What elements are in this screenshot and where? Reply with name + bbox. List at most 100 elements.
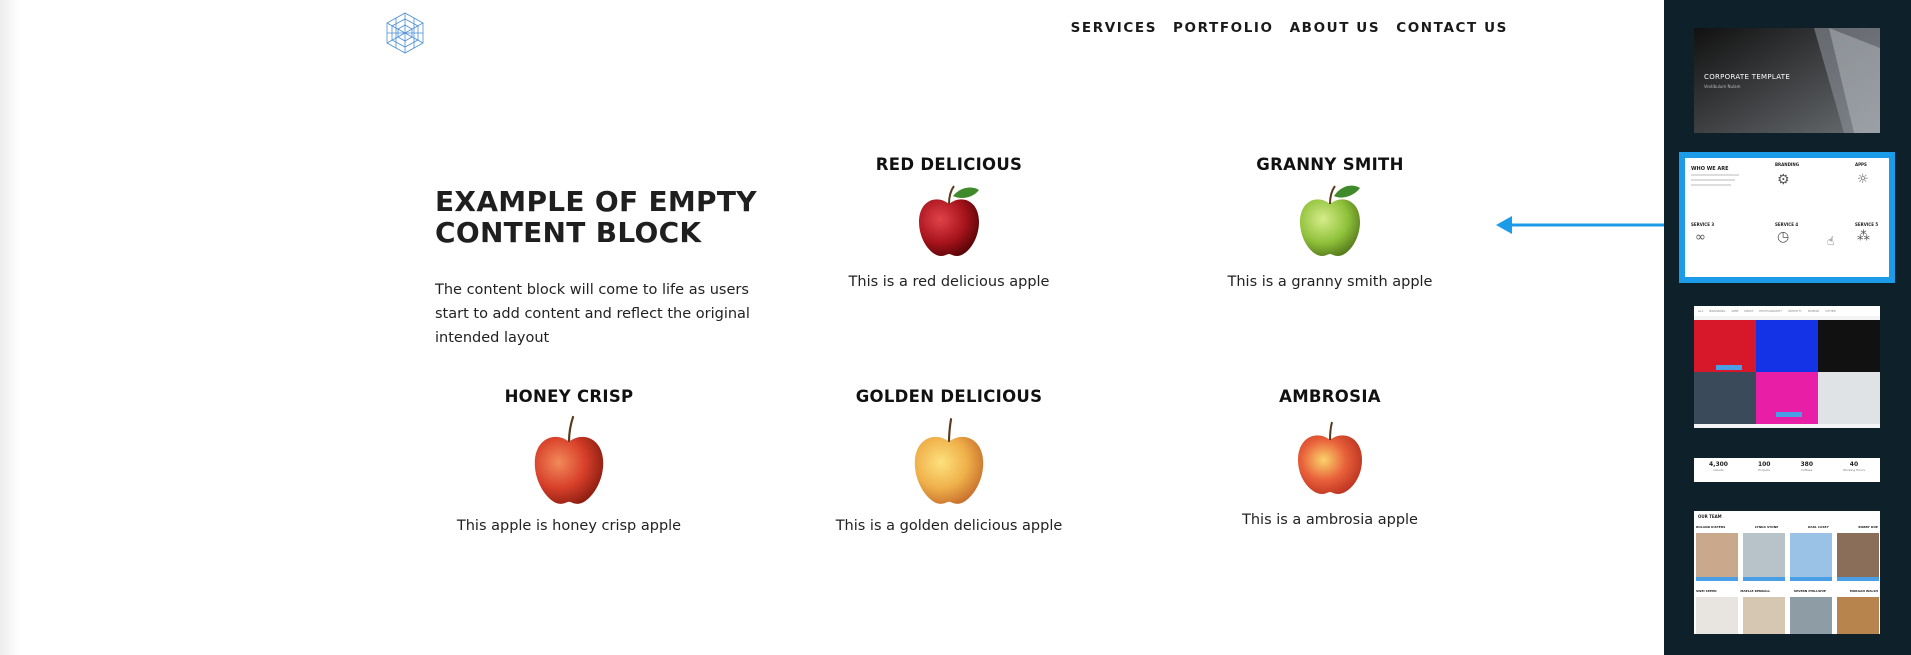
page-canvas: SERVICES PORTFOLIO ABOUT US CONTACT US E…: [0, 0, 1664, 655]
team-photo: [1790, 533, 1832, 577]
apple-card-granny-smith: GRANNY SMITH This is a granny smith appl…: [1180, 155, 1480, 290]
team-member-name: BOBBY DOE: [1858, 525, 1878, 529]
stat-label: Projects: [1758, 468, 1771, 472]
stat-value: 380: [1800, 461, 1813, 468]
apple-card-ambrosia: AMBROSIA This is a ambrosia apple: [1180, 387, 1480, 528]
team-photo: [1837, 533, 1879, 577]
service-label-apps: APPS: [1855, 162, 1867, 167]
portfolio-filter-tabs: ALL BRANDING WEB PRINT PHOTOGRAPHY IDENT…: [1694, 306, 1880, 316]
team-member-name: KARL CASEY: [1807, 525, 1829, 529]
thumbnail-title: CORPORATE TEMPLATE: [1704, 73, 1791, 81]
filter-tab: WEB: [1731, 309, 1739, 313]
team-names-row-2: SWEI SPEED MAELLE KENDALL SEVERN PHILLSH…: [1696, 589, 1878, 593]
granny-smith-apple-image: [1300, 185, 1360, 256]
stat-label: Coffees: [1801, 468, 1813, 472]
template-thumbnail-panel: CORPORATE TEMPLATE Vestibulum Nulam WHO …: [1664, 0, 1911, 655]
nav-about-us[interactable]: ABOUT US: [1290, 20, 1381, 36]
portfolio-tile: [1818, 372, 1880, 424]
thumbnail-our-team[interactable]: OUR TEAM ROLAND KISTERS LYNDA STONE KARL…: [1694, 511, 1880, 634]
team-member-name: MORGAN WALSH: [1849, 589, 1878, 593]
team-role-bar: [1790, 577, 1832, 581]
team-photo: [1743, 533, 1785, 577]
filter-tab: IDENTITY: [1788, 309, 1802, 313]
stat-value: 100: [1757, 461, 1771, 468]
filter-tab: ALL: [1698, 309, 1704, 313]
gears-icon: ⚙: [1777, 172, 1790, 188]
intro-block: EXAMPLE OF EMPTY CONTENT BLOCK The conte…: [435, 186, 765, 350]
service-label-branding: BRANDING: [1775, 162, 1800, 167]
apple-name: RED DELICIOUS: [875, 155, 1023, 174]
text-line: [1691, 179, 1735, 181]
red-delicious-apple-image: [919, 185, 979, 256]
infinity-icon: ∞: [1695, 230, 1706, 245]
apple-card-honey-crisp: HONEY CRISP This apple is honey crisp ap…: [419, 387, 719, 534]
service-label-4: SERVICE 4: [1775, 222, 1799, 227]
stat-value: 4,300: [1708, 461, 1728, 468]
main-nav: SERVICES PORTFOLIO ABOUT US CONTACT US: [1071, 20, 1508, 36]
apple-name: HONEY CRISP: [504, 387, 634, 406]
thumbnail-corporate-template[interactable]: CORPORATE TEMPLATE Vestibulum Nulam: [1694, 28, 1880, 133]
thumbnail-services-selected[interactable]: WHO WE ARE BRANDING APPS ⚙ ☼ SERVICE 3 S…: [1679, 152, 1895, 283]
text-line: [1691, 174, 1739, 176]
team-member-name: MAELLE KENDALL: [1740, 589, 1771, 593]
team-member-name: SEVERN PHILLSHIP: [1793, 589, 1826, 593]
team-role-bar: [1696, 577, 1738, 581]
hexagon-logo-icon[interactable]: [383, 11, 427, 55]
team-photo: [1743, 597, 1785, 634]
thumbnail-portfolio-grid[interactable]: ALL BRANDING WEB PRINT PHOTOGRAPHY IDENT…: [1694, 306, 1880, 428]
apple-name: GOLDEN DELICIOUS: [855, 387, 1043, 406]
stat-item: 380 Coffees: [1800, 461, 1813, 472]
team-member-name: LYNDA STONE: [1754, 525, 1779, 529]
apple-card-golden-delicious: GOLDEN DELICIOUS This is a golden delici…: [799, 387, 1099, 534]
nav-portfolio[interactable]: PORTFOLIO: [1173, 20, 1274, 36]
apple-name: GRANNY SMITH: [1256, 155, 1404, 174]
apple-caption: This is a red delicious apple: [848, 274, 1050, 290]
apple-caption: This is a golden delicious apple: [835, 518, 1063, 534]
stat-item: 4,300 Clients: [1709, 461, 1728, 472]
filter-tab: BRANDING: [1709, 309, 1726, 313]
text-line: [1691, 184, 1731, 186]
lightbulb-icon: ☼: [1857, 172, 1869, 187]
intro-title: EXAMPLE OF EMPTY CONTENT BLOCK: [435, 185, 757, 249]
service-label-3: SERVICE 3: [1691, 222, 1715, 227]
left-arrow-icon: [1496, 216, 1664, 234]
stat-value: 40: [1849, 461, 1859, 468]
stat-label: Working Hours: [1842, 468, 1865, 472]
team-role-bar: [1837, 577, 1879, 581]
apple-caption: This is a granny smith apple: [1227, 274, 1433, 290]
team-member-name: SWEI SPEED: [1696, 589, 1717, 593]
team-photo: [1696, 597, 1738, 634]
team-names-row-1: ROLAND KISTERS LYNDA STONE KARL CASEY BO…: [1696, 525, 1878, 529]
apple-name: AMBROSIA: [1279, 387, 1381, 406]
team-member-name: ROLAND KISTERS: [1696, 525, 1726, 529]
golden-delicious-apple-image: [914, 418, 984, 504]
intro-body: The content block will come to life as u…: [435, 282, 750, 346]
filter-tab: PRINT: [1744, 309, 1754, 313]
thumbnail-stats-bar[interactable]: 4,300 Clients 100 Projects 380 Coffees 4…: [1694, 458, 1880, 482]
apple-card-red-delicious: RED DELICIOUS This is a red delicious ap…: [799, 155, 1099, 290]
filter-tab: MOBILE: [1807, 309, 1820, 313]
thumbnail-subtitle: Vestibulum Nulam: [1704, 84, 1741, 89]
ambrosia-apple-image: [1298, 421, 1362, 494]
tile-caption-bar: [1776, 412, 1802, 417]
filter-tab: PHOTOGRAPHY: [1759, 309, 1783, 313]
honey-crisp-apple-image: [534, 415, 604, 504]
team-photo: [1790, 597, 1832, 634]
thumbnail-who-we-are: WHO WE ARE: [1691, 166, 1729, 172]
stat-item: 100 Projects: [1758, 461, 1771, 472]
team-title: OUR TEAM: [1698, 514, 1722, 519]
stats-row: 4,300 Clients 100 Projects 380 Coffees 4…: [1694, 461, 1880, 472]
clock-icon: ◷: [1777, 229, 1790, 245]
portfolio-tile: [1756, 320, 1818, 372]
portfolio-tile: [1694, 372, 1756, 424]
tile-caption-bar: [1716, 365, 1742, 370]
portfolio-tile: [1818, 320, 1880, 372]
nav-services[interactable]: SERVICES: [1071, 20, 1157, 36]
team-photo: [1696, 533, 1738, 577]
apple-caption: This is a ambrosia apple: [1242, 512, 1418, 528]
stat-label: Clients: [1713, 468, 1724, 472]
hand-cursor-icon: ☝: [1827, 234, 1835, 248]
nav-contact-us[interactable]: CONTACT US: [1396, 20, 1508, 36]
team-photo: [1837, 597, 1879, 634]
network-icon: ⁂: [1857, 229, 1870, 244]
